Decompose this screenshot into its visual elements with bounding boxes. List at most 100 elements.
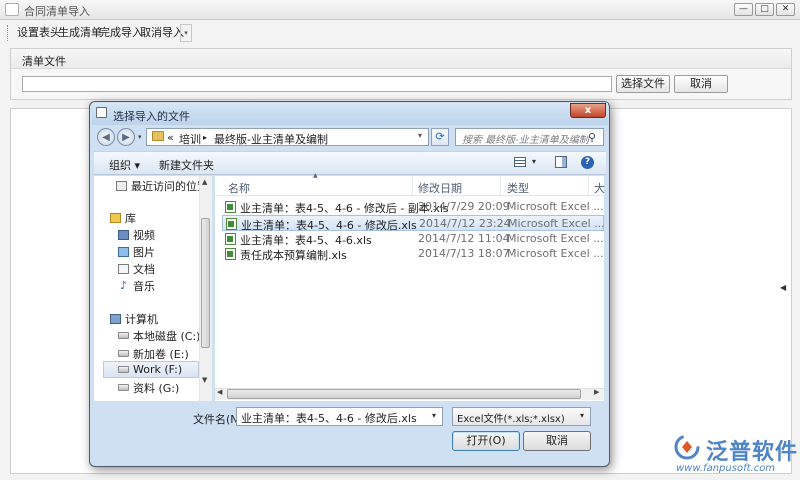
column-divider[interactable] — [588, 176, 589, 196]
file-row[interactable]: 业主清单：表4-5、4-6.xls 2014/7/12 11:04 Micros… — [222, 231, 604, 247]
panel-cancel-button[interactable]: 取消 — [674, 75, 728, 93]
column-divider[interactable] — [412, 176, 413, 196]
nav-item-label: 资料 (G:) — [133, 381, 180, 395]
open-button[interactable]: 打开(O) — [452, 431, 520, 451]
filter-dropdown-icon[interactable]: ▾ — [580, 411, 584, 420]
folder-icon — [152, 131, 164, 141]
column-divider[interactable] — [500, 176, 501, 196]
nav-item-drive-g[interactable]: 资料 (G:) — [118, 379, 179, 396]
drive-icon — [118, 366, 129, 373]
libraries-icon — [110, 212, 121, 223]
history-dropdown-icon[interactable]: ▾ — [138, 133, 142, 141]
drive-icon — [118, 350, 129, 357]
column-name[interactable]: 名称 — [228, 180, 250, 196]
column-header — [215, 176, 604, 196]
navigation-pane[interactable]: 最近访问的位置 库 视频 图片 文档 ♪ 音乐 计算机 本地磁盘 (C:) 新加卷… — [94, 176, 212, 401]
generate-list-button[interactable]: 生成清单 — [58, 24, 102, 42]
breadcrumb-prefix[interactable]: « — [167, 131, 174, 144]
nav-item-label: 视频 — [133, 228, 155, 242]
set-header-button[interactable]: 设置表头 — [17, 24, 61, 42]
excel-file-icon — [225, 201, 236, 213]
file-row[interactable]: 责任成本预算编制.xls 2014/7/13 18:07 Microsoft E… — [222, 246, 604, 262]
choose-file-button[interactable]: 选择文件 — [616, 75, 670, 93]
file-name: 责任成本预算编制.xls — [240, 249, 347, 262]
horizontal-scroll-thumb[interactable] — [227, 389, 581, 399]
nav-item-label: 最近访问的位置 — [131, 179, 208, 193]
address-dropdown-icon[interactable]: ▾ — [418, 131, 422, 140]
excel-file-icon — [225, 233, 236, 245]
preview-pane-icon[interactable] — [555, 156, 567, 168]
nav-item-drive-f[interactable]: Work (F:) — [103, 361, 199, 378]
dialog-title: 选择导入的文件 — [113, 110, 190, 123]
file-panel-title: 清单文件 — [22, 55, 66, 68]
column-size[interactable]: 大 — [594, 180, 605, 196]
organize-button[interactable]: 组织 ▾ — [109, 157, 140, 173]
file-path-input[interactable] — [22, 76, 612, 92]
file-type-filter[interactable]: Excel文件(*.xls;*.xlsx) — [452, 407, 591, 426]
search-icon[interactable]: ⚲ — [588, 131, 596, 144]
dialog-close-button[interactable]: x — [570, 103, 606, 118]
filename-input[interactable]: 业主清单：表4-5、4-6 - 修改后.xls — [236, 407, 443, 426]
nav-item-label: Work (F:) — [133, 363, 183, 376]
toolbar-grip[interactable] — [7, 25, 10, 41]
scroll-down-icon[interactable]: ▼ — [202, 376, 207, 384]
maximize-button[interactable]: □ — [755, 3, 774, 16]
app-icon — [5, 3, 19, 16]
breadcrumb-item[interactable]: 培训 — [179, 131, 201, 147]
file-row[interactable]: 业主清单：表4-5、4-6 - 修改后 - 副本.xls 2014/7/29 2… — [222, 199, 604, 215]
recent-places-icon — [116, 180, 127, 191]
music-icon: ♪ — [118, 278, 129, 292]
sort-ascending-icon: ▲ — [313, 172, 318, 179]
nav-item-label: 文档 — [133, 262, 155, 276]
back-arrow-icon[interactable]: ◀ — [97, 128, 115, 146]
nav-item-recent[interactable]: 最近访问的位置 — [116, 177, 208, 194]
nav-item-label: 本地磁盘 (C:) — [133, 329, 201, 343]
nav-item-music[interactable]: ♪ 音乐 — [118, 277, 155, 294]
view-dropdown-icon[interactable]: ▾ — [532, 157, 536, 166]
breadcrumb-separator-icon[interactable]: ▸ — [203, 133, 207, 142]
new-folder-button[interactable]: 新建文件夹 — [159, 157, 214, 173]
refresh-icon[interactable]: ⟳ — [431, 128, 449, 146]
computer-icon — [110, 313, 121, 324]
breadcrumb-item[interactable]: 最终版-业主清单及编制 — [214, 131, 328, 147]
nav-item-computer[interactable]: 计算机 — [110, 310, 158, 327]
window-title: 合同清单导入 — [24, 5, 90, 18]
finish-import-button[interactable]: 完成导入 — [99, 24, 143, 42]
forward-arrow-icon[interactable]: ▶ — [117, 128, 135, 146]
cancel-import-button[interactable]: 取消导入 — [140, 24, 184, 42]
help-icon[interactable]: ? — [581, 156, 594, 169]
file-date: 2014/7/13 18:07 — [418, 247, 510, 260]
documents-icon — [118, 263, 129, 274]
nav-item-pictures[interactable]: 图片 — [118, 243, 155, 260]
scroll-up-icon[interactable]: ▲ — [202, 178, 207, 186]
dialog-cancel-button[interactable]: 取消 — [523, 431, 591, 451]
nav-item-drive-e[interactable]: 新加卷 (E:) — [118, 345, 189, 362]
nav-pane-scroll-thumb[interactable] — [201, 218, 210, 348]
nav-item-documents[interactable]: 文档 — [118, 260, 155, 277]
nav-item-drive-c[interactable]: 本地磁盘 (C:) — [118, 327, 200, 344]
filename-dropdown-icon[interactable]: ▾ — [432, 411, 436, 420]
file-type: Microsoft Excel ... — [507, 247, 604, 260]
brand-url: www.fanpusoft.com — [676, 463, 776, 474]
nav-item-videos[interactable]: 视频 — [118, 226, 155, 243]
minimize-button[interactable]: — — [734, 3, 753, 16]
toolbar-overflow-button[interactable]: ▾ — [180, 24, 192, 42]
file-date: 2014/7/12 23:24 — [419, 217, 511, 230]
file-date: 2014/7/12 11:04 — [418, 232, 510, 245]
nav-item-label: 图片 — [133, 245, 155, 259]
pictures-icon — [118, 246, 129, 257]
brand-name: 泛普软件 — [706, 440, 799, 465]
search-placeholder: 搜索 最终版-业主清单及编制 — [462, 135, 589, 146]
column-type[interactable]: 类型 — [507, 180, 529, 196]
view-options-icon[interactable] — [514, 157, 526, 167]
nav-item-label: 库 — [125, 211, 136, 225]
videos-icon — [118, 229, 129, 240]
nav-item-libraries[interactable]: 库 — [110, 209, 136, 226]
scroll-right-icon[interactable]: ▶ — [594, 388, 599, 396]
scroll-left-icon[interactable]: ◀ — [217, 388, 222, 396]
nav-item-label: 计算机 — [125, 312, 158, 326]
collapse-arrow-icon[interactable]: ◀ — [780, 283, 786, 292]
column-date[interactable]: 修改日期 — [418, 180, 462, 196]
file-row-selected[interactable]: 业主清单：表4-5、4-6 - 修改后.xls 2014/7/12 23:24 … — [222, 215, 605, 232]
close-button[interactable]: ✕ — [776, 3, 795, 16]
